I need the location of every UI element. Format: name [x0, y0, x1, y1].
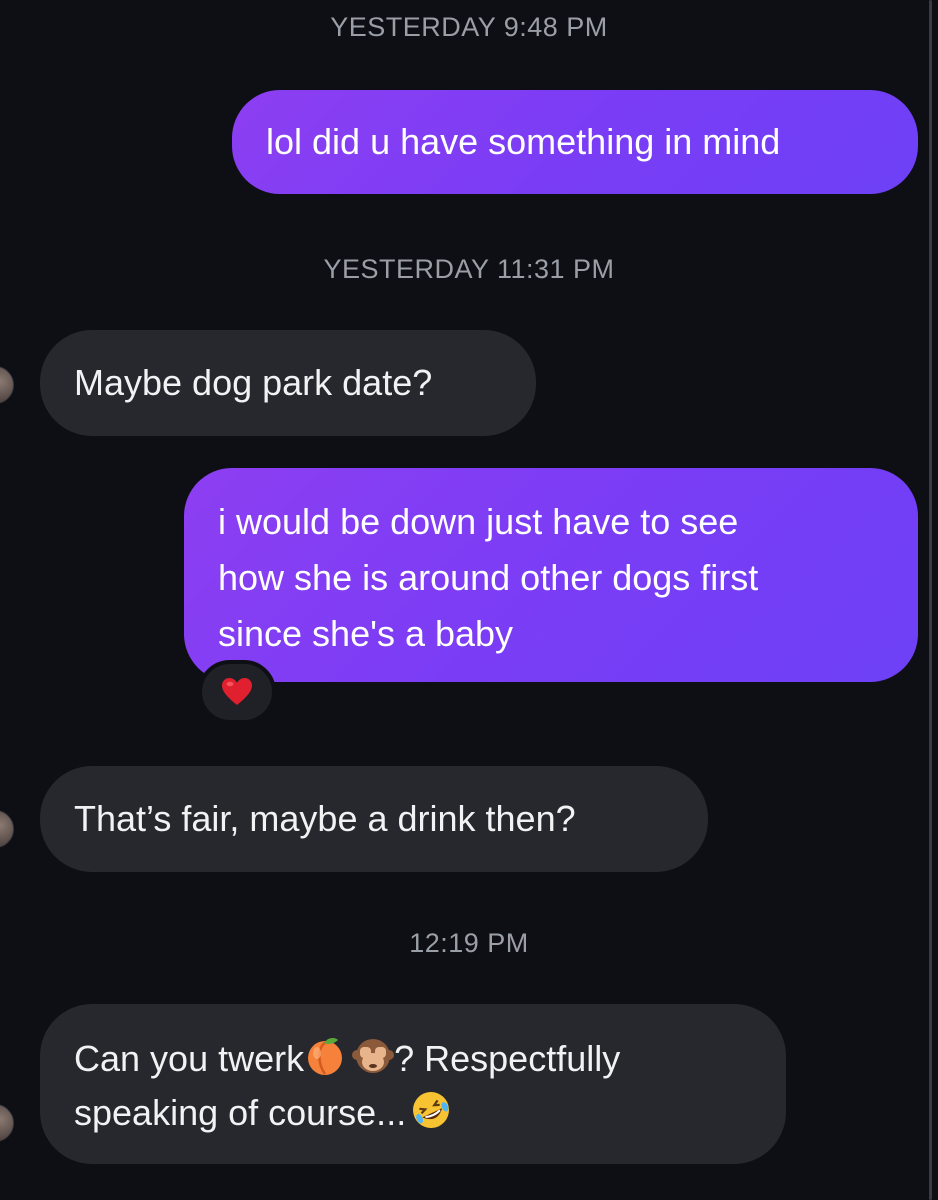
timestamp: YESTERDAY 11:31 PM: [323, 254, 615, 284]
message-text-line: since she's a baby: [218, 613, 514, 654]
message-text: Can you twerk: [74, 1038, 305, 1079]
message-text: speaking of course...: [74, 1092, 407, 1133]
received-message[interactable]: Maybe dog park date?: [40, 330, 536, 436]
heart-icon: [222, 678, 252, 705]
message-text: ? Respectfully: [394, 1038, 621, 1079]
see-no-evil-monkey-emoji-icon: [352, 1039, 395, 1073]
message-text: That’s fair, maybe a drink then?: [74, 798, 576, 839]
message-text-line: Can you twerk ? Respectfully: [74, 1032, 752, 1086]
message-text: Maybe dog park date?: [74, 362, 433, 403]
timestamp: 12:19 PM: [409, 928, 529, 958]
received-message[interactable]: That’s fair, maybe a drink then?: [40, 766, 708, 872]
message-text-line: speaking of course...: [74, 1086, 752, 1140]
avatar[interactable]: [0, 1104, 14, 1142]
received-message[interactable]: Can you twerk ? Respectfully speaking of…: [40, 1004, 786, 1164]
sent-message[interactable]: i would be down just have to see how she…: [184, 468, 918, 682]
timestamp: YESTERDAY 9:48 PM: [330, 12, 608, 42]
sent-message[interactable]: lol did u have something in mind: [232, 90, 918, 194]
avatar[interactable]: [0, 366, 14, 404]
peach-emoji-icon: [308, 1038, 343, 1075]
reaction-badge[interactable]: [198, 660, 276, 724]
rolling-laughing-emoji-icon: [413, 1092, 450, 1128]
message-text: lol did u have something in mind: [266, 121, 781, 162]
scrollbar[interactable]: [929, 0, 932, 1200]
message-text-line: how she is around other dogs first: [218, 557, 759, 598]
message-text-line: i would be down just have to see: [218, 501, 739, 542]
chat-thread: YESTERDAY 9:48 PM lol did u have somethi…: [0, 0, 938, 1200]
avatar[interactable]: [0, 810, 14, 848]
